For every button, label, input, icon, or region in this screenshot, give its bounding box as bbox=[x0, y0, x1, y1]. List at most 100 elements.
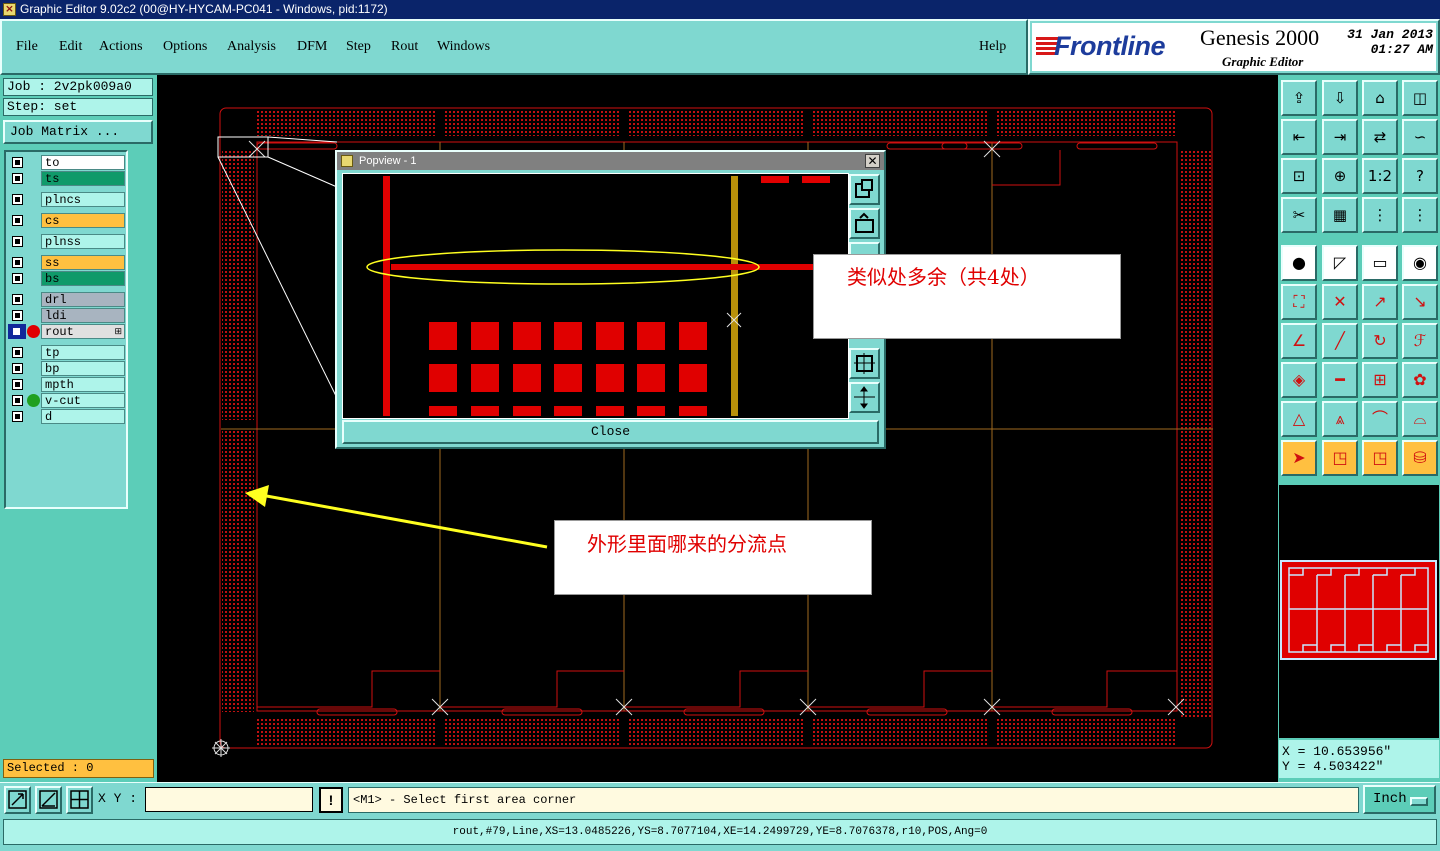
select-net-icon[interactable]: ⛁ bbox=[1402, 440, 1438, 476]
help-icon[interactable]: ? bbox=[1402, 158, 1438, 194]
menu-options[interactable]: Options bbox=[163, 39, 207, 55]
redraw-icon[interactable]: ∽ bbox=[1402, 119, 1438, 155]
move-to-icon[interactable]: ● bbox=[1281, 245, 1317, 281]
arrow-icon[interactable]: ↗ bbox=[1362, 284, 1398, 320]
layer-checkbox[interactable] bbox=[12, 379, 23, 390]
grid-icon[interactable]: ▦ bbox=[1322, 197, 1358, 233]
angle-icon[interactable]: ∠ bbox=[1281, 323, 1317, 359]
warning-button[interactable]: ! bbox=[319, 787, 343, 813]
popview-home-button[interactable] bbox=[849, 208, 880, 239]
layer-checkbox[interactable] bbox=[12, 347, 23, 358]
layer-row-rout[interactable]: rout ⊞ bbox=[8, 324, 125, 339]
layer-name[interactable]: ldi bbox=[41, 308, 125, 323]
layer-row-d[interactable]: d bbox=[8, 409, 125, 424]
import-icon[interactable]: ⇤ bbox=[1281, 119, 1317, 155]
layer-name[interactable]: to bbox=[41, 155, 125, 170]
grid-snap-icon[interactable] bbox=[66, 786, 93, 814]
layer-menu-icon[interactable]: ⊞ bbox=[114, 324, 122, 339]
popview-fit-button[interactable] bbox=[849, 348, 880, 379]
menu-actions[interactable]: Actions bbox=[99, 39, 143, 55]
layer-row-bp[interactable]: bp bbox=[8, 361, 125, 376]
tools-icon[interactable]: ✂ bbox=[1281, 197, 1317, 233]
layer-checkbox[interactable] bbox=[12, 215, 23, 226]
layer-name[interactable]: rout bbox=[41, 324, 125, 339]
unit-selector[interactable]: Inch bbox=[1363, 785, 1436, 814]
layer-name[interactable]: ts bbox=[41, 171, 125, 186]
select-icon[interactable]: ➤ bbox=[1281, 440, 1317, 476]
layer-row-drl[interactable]: drl bbox=[8, 292, 125, 307]
layer-row-tp[interactable]: tp bbox=[8, 345, 125, 360]
measure-angle-icon[interactable] bbox=[35, 786, 62, 814]
layer-checkbox[interactable] bbox=[12, 257, 23, 268]
layer-name[interactable]: bs bbox=[41, 271, 125, 286]
layers-alt-icon[interactable]: ⋮ bbox=[1402, 197, 1438, 233]
menu-windows[interactable]: Windows bbox=[437, 39, 490, 55]
menu-rout[interactable]: Rout bbox=[391, 39, 418, 55]
menu-edit[interactable]: Edit bbox=[59, 39, 82, 55]
layer-row-mpth[interactable]: mpth bbox=[8, 377, 125, 392]
layer-checkbox[interactable] bbox=[12, 310, 23, 321]
layer-row-plnss[interactable]: plnss bbox=[8, 234, 125, 249]
zoom-area-icon[interactable] bbox=[4, 786, 31, 814]
layer-name[interactable]: cs bbox=[41, 213, 125, 228]
layer-checkbox[interactable] bbox=[12, 411, 23, 422]
save-job-icon[interactable]: ⇩ bbox=[1322, 80, 1358, 116]
popview-pan-button[interactable] bbox=[849, 382, 880, 413]
job-matrix-button[interactable]: Job Matrix ... bbox=[3, 120, 153, 144]
open-job-icon[interactable]: ⇪ bbox=[1281, 80, 1317, 116]
ruler-icon[interactable]: ▭ bbox=[1362, 245, 1398, 281]
triangle-alt-icon[interactable]: ⩓ bbox=[1322, 401, 1358, 437]
popview-canvas[interactable] bbox=[342, 173, 849, 419]
layer-checkbox[interactable] bbox=[12, 236, 23, 247]
pad-icon[interactable]: ◈ bbox=[1281, 362, 1317, 398]
layer-checkbox[interactable] bbox=[12, 173, 23, 184]
layers-icon[interactable]: ⋮ bbox=[1362, 197, 1398, 233]
select-touch-icon[interactable]: ◳ bbox=[1362, 440, 1398, 476]
layer-row-bs[interactable]: bs bbox=[8, 271, 125, 286]
popview-close-icon[interactable]: ✕ bbox=[865, 154, 880, 168]
layer-name[interactable]: v-cut bbox=[41, 393, 125, 408]
multi-icon[interactable]: ✿ bbox=[1402, 362, 1438, 398]
arc-icon[interactable]: ⌒ bbox=[1362, 401, 1398, 437]
layer-name[interactable]: d bbox=[41, 409, 125, 424]
layer-name[interactable]: bp bbox=[41, 361, 125, 376]
layer-name[interactable]: plnss bbox=[41, 234, 125, 249]
layer-row-ldi[interactable]: ldi bbox=[8, 308, 125, 323]
connect-icon[interactable]: ⛶ bbox=[1281, 284, 1317, 320]
menu-file[interactable]: File bbox=[16, 39, 38, 55]
layer-work-indicator[interactable] bbox=[8, 324, 26, 339]
layer-checkbox[interactable] bbox=[12, 363, 23, 374]
scale-icon[interactable]: 1:2 bbox=[1362, 158, 1398, 194]
layer-name[interactable]: plncs bbox=[41, 192, 125, 207]
menu-dfm[interactable]: DFM bbox=[297, 39, 327, 55]
layer-checkbox[interactable] bbox=[12, 273, 23, 284]
menu-help[interactable]: Help bbox=[979, 39, 1006, 55]
intersect-icon[interactable]: ✕ bbox=[1322, 284, 1358, 320]
menu-step[interactable]: Step bbox=[346, 39, 371, 55]
layer-name[interactable]: ss bbox=[41, 255, 125, 270]
popview-zoom-in-button[interactable] bbox=[849, 174, 880, 205]
triangle-icon[interactable]: △ bbox=[1281, 401, 1317, 437]
draw-line-icon[interactable]: ╱ bbox=[1322, 323, 1358, 359]
select-box-icon[interactable]: ◳ bbox=[1322, 440, 1358, 476]
home-icon[interactable]: ⌂ bbox=[1362, 80, 1398, 116]
text-icon[interactable]: ℱ bbox=[1402, 323, 1438, 359]
layer-name[interactable]: mpth bbox=[41, 377, 125, 392]
layer-row-cs[interactable]: cs bbox=[8, 213, 125, 228]
export-icon[interactable]: ⇥ bbox=[1322, 119, 1358, 155]
layer-checkbox[interactable] bbox=[12, 294, 23, 305]
layer-checkbox[interactable] bbox=[12, 194, 23, 205]
fit-icon[interactable]: ⊡ bbox=[1281, 158, 1317, 194]
layer-checkbox[interactable] bbox=[12, 395, 23, 406]
mirror-icon[interactable]: ⇄ bbox=[1362, 119, 1398, 155]
layer-row-v-cut[interactable]: v-cut bbox=[8, 393, 125, 408]
layer-row-ts[interactable]: ts bbox=[8, 171, 125, 186]
menu-analysis[interactable]: Analysis bbox=[227, 39, 276, 55]
xy-input[interactable] bbox=[145, 787, 313, 812]
layer-name[interactable]: tp bbox=[41, 345, 125, 360]
measure-icon[interactable]: ⊞ bbox=[1362, 362, 1398, 398]
layer-name[interactable]: drl bbox=[41, 292, 125, 307]
center-icon[interactable]: ⊕ bbox=[1322, 158, 1358, 194]
arc-alt-icon[interactable]: ⌓ bbox=[1402, 401, 1438, 437]
popview-close-button[interactable]: Close bbox=[342, 420, 879, 444]
